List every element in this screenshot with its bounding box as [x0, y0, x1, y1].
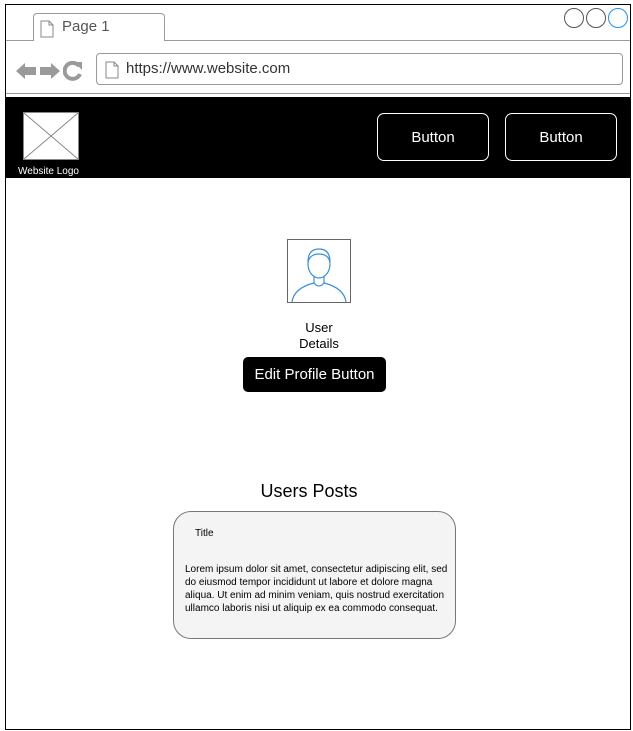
post-title: Title: [195, 528, 214, 539]
browser-window: Page 1 https://www.website.com Website L…: [5, 4, 631, 730]
logo-placeholder: [23, 112, 79, 160]
user-details-line2: Details: [299, 336, 339, 351]
window-controls: [564, 8, 628, 28]
address-bar[interactable]: https://www.website.com: [96, 53, 623, 85]
window-maximize-icon[interactable]: [586, 8, 606, 28]
page-icon: [105, 61, 119, 79]
user-details: User Details: [269, 320, 369, 352]
page-icon: [40, 20, 54, 38]
image-placeholder-icon[interactable]: [23, 112, 79, 160]
window-close-icon[interactable]: [608, 8, 628, 28]
url-text: https://www.website.com: [126, 60, 291, 77]
toolbar-divider: [6, 93, 630, 94]
post-body: Lorem ipsum dolor sit amet, consectetur …: [185, 564, 448, 614]
tab-page-1[interactable]: Page 1: [33, 13, 165, 41]
arrow-left-icon[interactable]: [15, 62, 37, 80]
reload-icon[interactable]: [63, 61, 83, 81]
site-header: Website Logo Button Button: [6, 97, 630, 178]
header-button-2[interactable]: Button: [505, 113, 617, 161]
nav-controls: [15, 60, 83, 82]
user-avatar-icon: [287, 239, 351, 303]
header-button-1[interactable]: Button: [377, 113, 489, 161]
edit-profile-button[interactable]: Edit Profile Button: [243, 357, 386, 392]
window-minimize-icon[interactable]: [564, 8, 584, 28]
posts-heading: Users Posts: [260, 481, 358, 501]
arrow-right-icon[interactable]: [39, 62, 61, 80]
logo-caption: Website Logo: [18, 166, 79, 177]
tab-label: Page 1: [62, 18, 110, 35]
user-details-line1: User: [305, 320, 333, 335]
post-card[interactable]: Title Lorem ipsum dolor sit amet, consec…: [173, 511, 456, 639]
